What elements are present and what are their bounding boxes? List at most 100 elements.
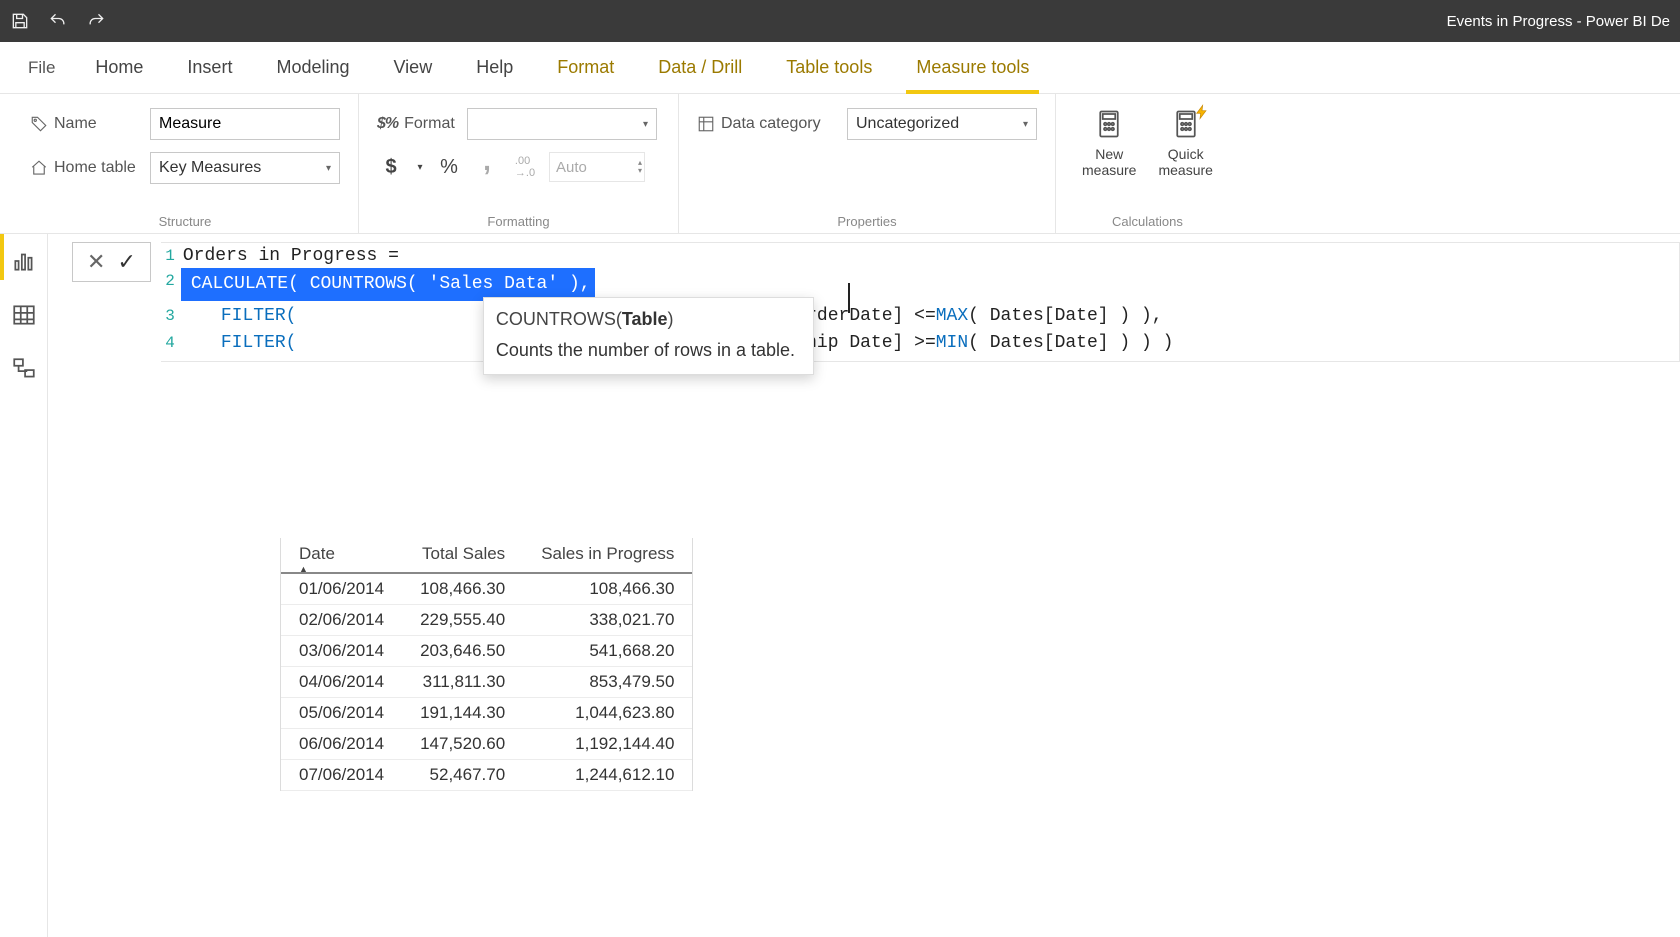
category-icon [697,115,715,133]
code-text: Orders in Progress = [183,243,399,270]
code-text: ( Dates[Date] ) ), [968,303,1162,330]
table-cell: 07/06/2014 [281,760,402,791]
table-cell: 1,192,144.40 [523,729,692,760]
view-rail [0,234,48,937]
thousands-sep-button[interactable]: , [473,146,501,176]
currency-dropdown[interactable]: ▾ [415,152,425,182]
table-visual[interactable]: Date Total Sales Sales in Progress 01/06… [280,538,693,791]
table-cell: 1,044,623.80 [523,698,692,729]
code-text: MIN [936,330,968,357]
format-label: $% Format [377,115,457,133]
formula-commit-button[interactable]: ✓ [117,249,135,275]
line-number: 4 [161,330,183,357]
calculator-icon [1089,108,1129,140]
quick-measure-button[interactable]: Quick measure [1150,108,1220,212]
table-cell: 311,811.30 [402,667,523,698]
ribbon-body: Name Home table Key Measures▾ Structure … [0,94,1680,234]
table-cell: 229,555.40 [402,605,523,636]
undo-icon[interactable] [48,11,68,31]
group-structure-label: Structure [30,212,340,229]
table-cell: 853,479.50 [523,667,692,698]
data-view-icon[interactable] [11,302,37,328]
table-header-row: Date Total Sales Sales in Progress [281,538,692,573]
tab-help[interactable]: Help [454,42,535,93]
table-cell: 1,244,612.10 [523,760,692,791]
intellisense-description: Counts the number of rows in a table. [496,337,795,364]
table-row[interactable]: 04/06/2014311,811.30853,479.50 [281,667,692,698]
line-number: 3 [161,303,183,330]
format-select[interactable]: ▾ [467,108,657,140]
col-sales-in-progress[interactable]: Sales in Progress [523,538,692,573]
table-row[interactable]: 01/06/2014108,466.30108,466.30 [281,573,692,605]
line-number: 1 [161,243,183,270]
tab-data-drill[interactable]: Data / Drill [636,42,764,93]
tab-table-tools[interactable]: Table tools [764,42,894,93]
formula-controls: ✕ ✓ [72,242,151,282]
chevron-down-icon: ▾ [1023,119,1028,130]
table-cell: 108,466.30 [523,573,692,605]
currency-button[interactable]: $ [377,152,405,182]
home-table-label: Home table [30,159,140,177]
table-cell: 191,144.30 [402,698,523,729]
workspace: ✕ ✓ 1 Orders in Progress = 2 CALCULATE( … [0,234,1680,937]
dax-editor[interactable]: 1 Orders in Progress = 2 CALCULATE( COUN… [161,242,1680,362]
measure-name-input[interactable] [150,108,340,140]
table-cell: 147,520.60 [402,729,523,760]
new-measure-button[interactable]: New measure [1074,108,1144,212]
text-cursor-icon [848,283,850,313]
group-calculations: New measure Quick measure Calculations [1056,94,1239,233]
percent-button[interactable]: % [435,152,463,182]
group-calculations-label: Calculations [1074,212,1221,229]
window-title: Events in Progress - Power BI De [1447,13,1670,30]
line-number: 2 [161,268,183,301]
group-formatting: $% Format ▾ $ ▾ % , .00→.0 Auto ▴▾ Forma… [359,94,679,233]
tab-format[interactable]: Format [535,42,636,93]
redo-icon[interactable] [86,11,106,31]
table-row[interactable]: 02/06/2014229,555.40338,021.70 [281,605,692,636]
table-cell: 541,668.20 [523,636,692,667]
tab-home[interactable]: Home [73,42,165,93]
home-table-select[interactable]: Key Measures▾ [150,152,340,184]
formula-cancel-button[interactable]: ✕ [87,249,105,275]
tab-measure-tools[interactable]: Measure tools [894,42,1051,93]
decrease-decimals-button[interactable]: .00→.0 [511,152,539,182]
table-cell: 06/06/2014 [281,729,402,760]
titlebar: Events in Progress - Power BI De [0,0,1680,42]
tab-file[interactable]: File [10,42,73,93]
code-text: ( Dates[Date] ) ) ) [968,330,1173,357]
group-properties: Data category Uncategorized▾ Properties [679,94,1056,233]
calculator-lightning-icon [1166,108,1206,140]
col-date[interactable]: Date [281,538,402,573]
data-category-select[interactable]: Uncategorized▾ [847,108,1037,140]
home-icon [30,159,48,177]
table-row[interactable]: 07/06/201452,467.701,244,612.10 [281,760,692,791]
tab-modeling[interactable]: Modeling [254,42,371,93]
table-cell: 05/06/2014 [281,698,402,729]
group-formatting-label: Formatting [377,212,660,229]
table-cell: 338,021.70 [523,605,692,636]
table-row[interactable]: 03/06/2014203,646.50541,668.20 [281,636,692,667]
table-row[interactable]: 06/06/2014147,520.601,192,144.40 [281,729,692,760]
data-category-label: Data category [697,115,837,133]
report-canvas[interactable]: ✕ ✓ 1 Orders in Progress = 2 CALCULATE( … [48,234,1680,937]
table-cell: 04/06/2014 [281,667,402,698]
tab-view[interactable]: View [372,42,455,93]
col-total-sales[interactable]: Total Sales [402,538,523,573]
table-row[interactable]: 05/06/2014191,144.301,044,623.80 [281,698,692,729]
decimals-spinner[interactable]: Auto ▴▾ [549,152,645,182]
report-view-icon[interactable] [11,248,37,274]
intellisense-tooltip: COUNTROWS(Table) Counts the number of ro… [483,297,814,375]
save-icon[interactable] [10,11,30,31]
tab-insert[interactable]: Insert [165,42,254,93]
table-cell: 01/06/2014 [281,573,402,605]
model-view-icon[interactable] [11,356,37,382]
table-cell: 02/06/2014 [281,605,402,636]
ribbon-tabs: File Home Insert Modeling View Help Form… [0,42,1680,94]
group-properties-label: Properties [697,212,1037,229]
table-cell: 108,466.30 [402,573,523,605]
name-label: Name [30,115,140,133]
format-icon: $% [377,115,398,133]
group-structure: Name Home table Key Measures▾ Structure [12,94,359,233]
table-cell: 203,646.50 [402,636,523,667]
code-text: MAX [936,303,968,330]
